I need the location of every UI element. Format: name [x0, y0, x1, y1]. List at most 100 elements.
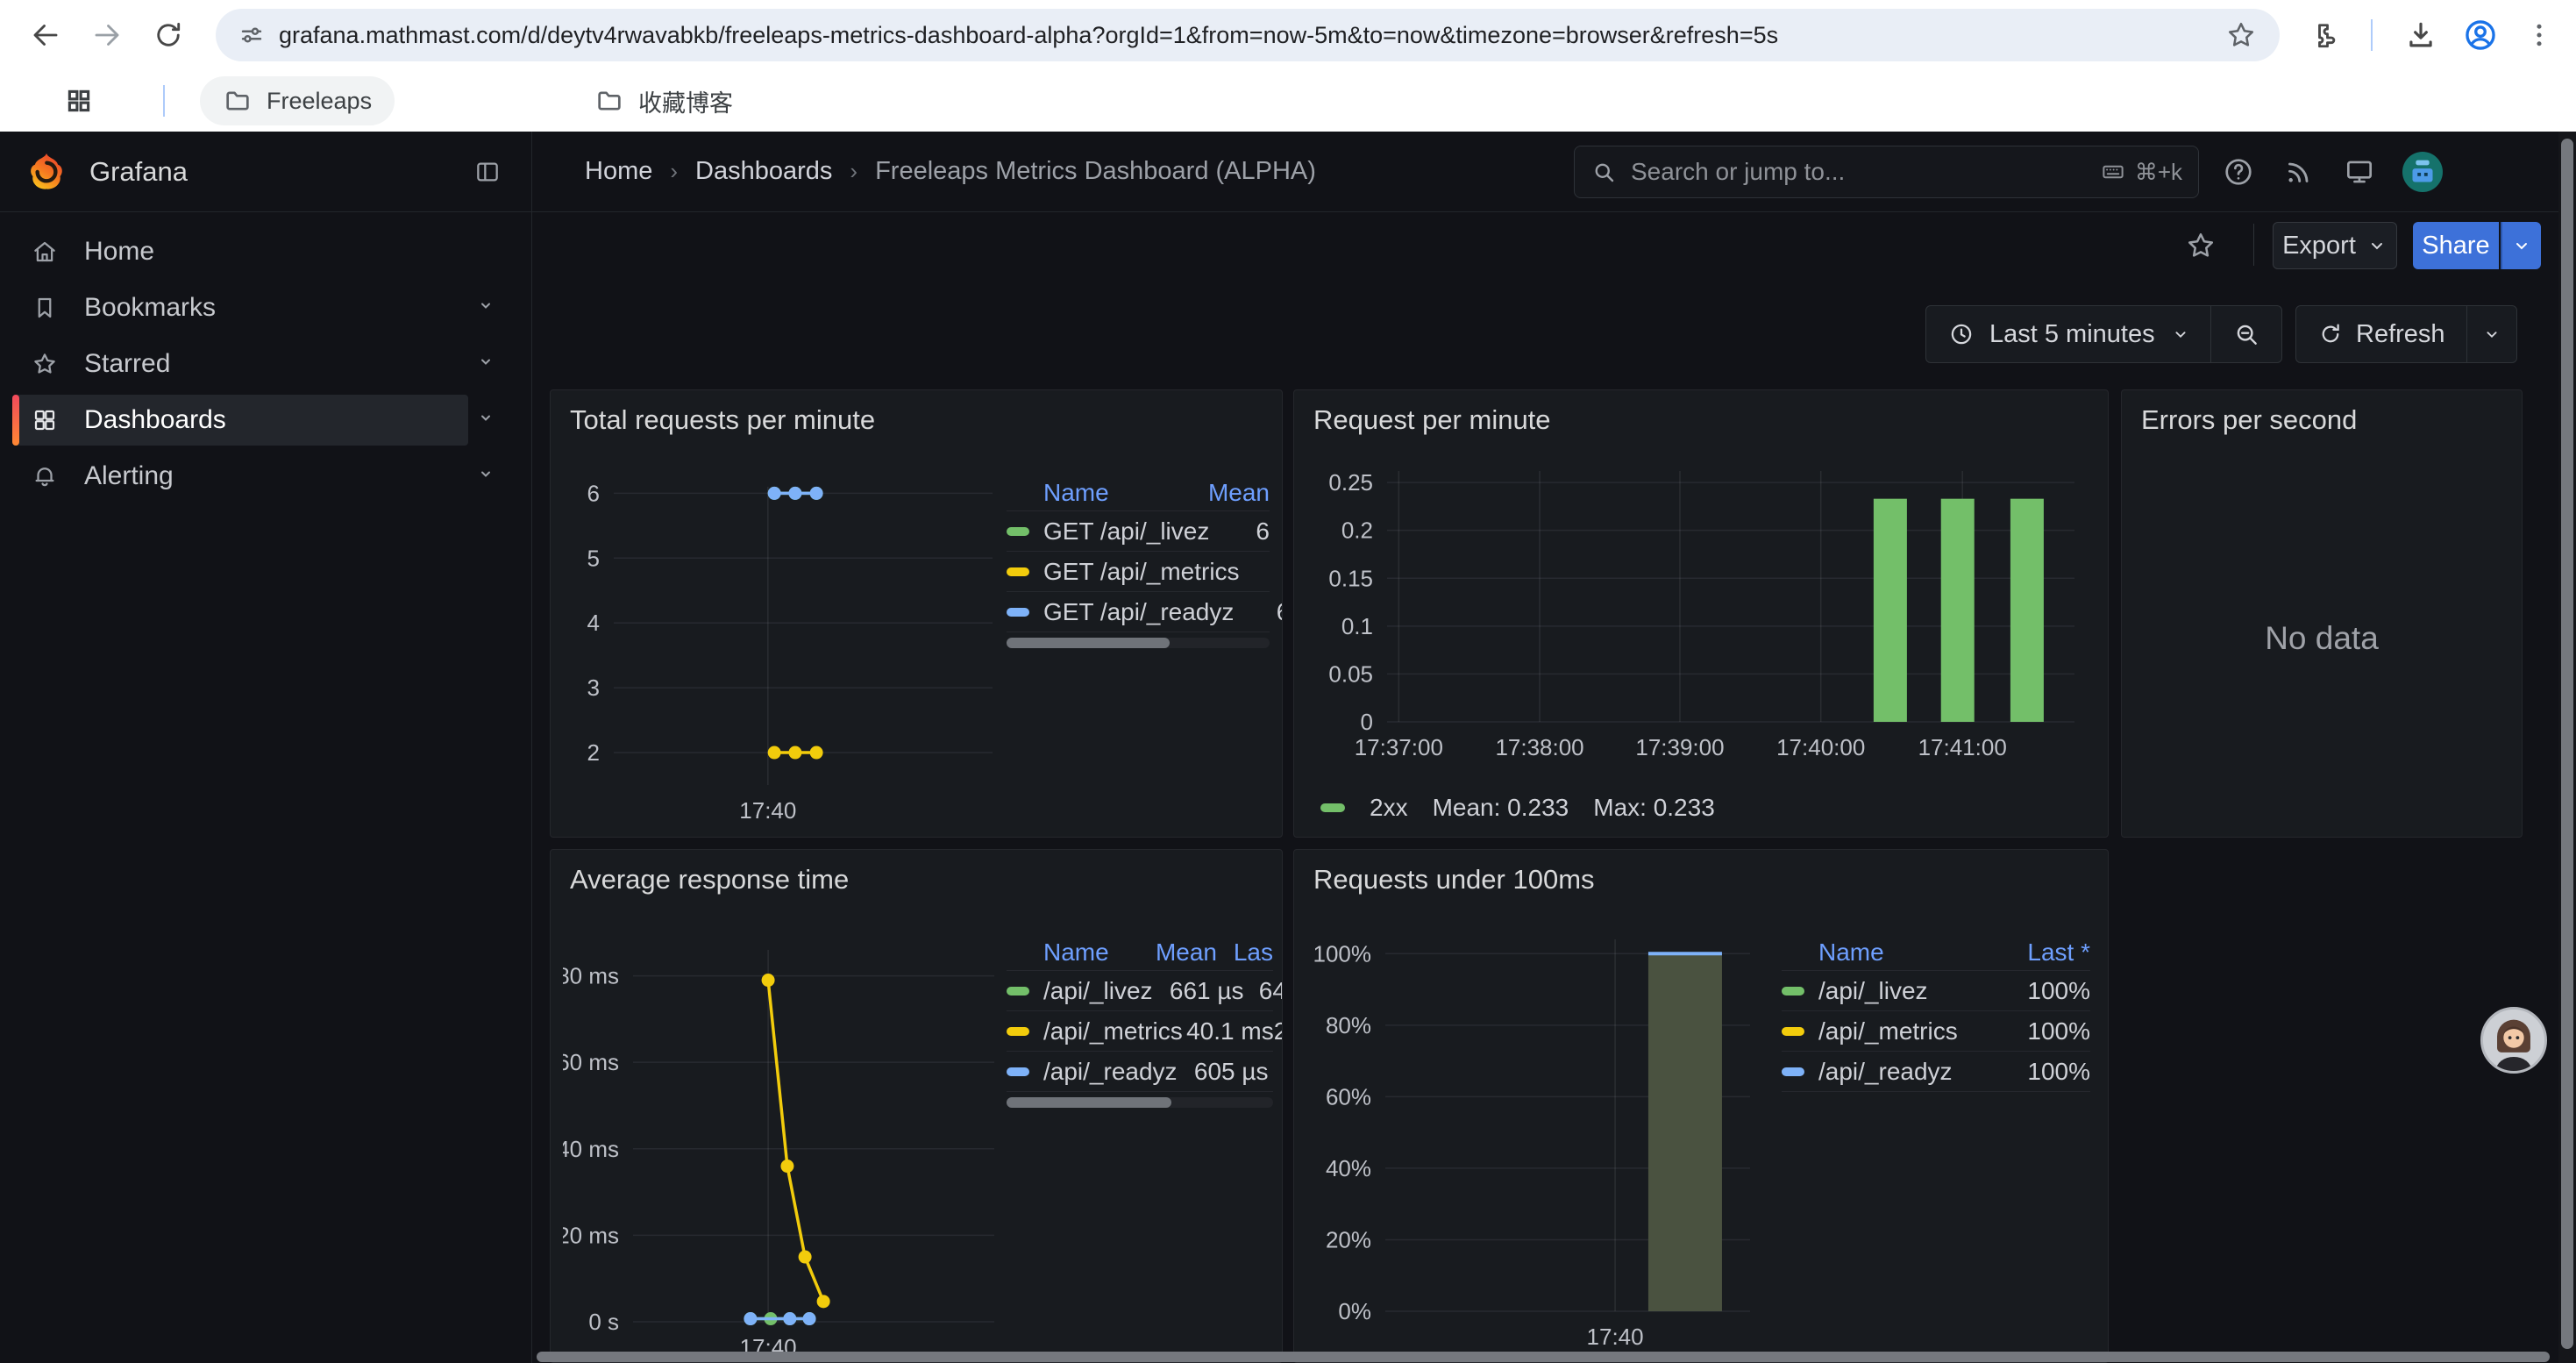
panel-title[interactable]: Average response time [570, 864, 849, 896]
request-per-minute-chart[interactable]: 17:37:0017:38:0017:39:0017:40:0017:41:00… [1306, 459, 2096, 771]
legend-value: 100% [1992, 1017, 2090, 1045]
sidebar-item-dashboards[interactable]: Dashboards [0, 392, 531, 448]
legend-row[interactable]: GET /api/_metrics2 [1007, 552, 1270, 592]
browser-forward-button[interactable] [82, 11, 132, 60]
extensions-button[interactable] [2308, 0, 2339, 70]
legend-inline[interactable]: 2xx Mean: 0.233 Max: 0.233 [1320, 794, 1715, 822]
mega-menu-toggle-button[interactable] [473, 158, 502, 186]
sidebar-item-starred[interactable]: Starred [0, 336, 531, 392]
panel-total-requests-per-minute: Total requests per minute 17:4023456 Nam… [550, 389, 1283, 838]
search-box[interactable]: ⌘+k [1574, 146, 2199, 198]
requests-under-100ms-chart[interactable]: 17:400%20%40%60%80%100% [1306, 924, 1762, 1350]
grafana-logo[interactable] [26, 152, 67, 192]
zoom-out-time-button[interactable] [2211, 306, 2281, 362]
legend-row[interactable]: GET /api/_livez6 [1007, 511, 1270, 552]
vertical-scrollbar[interactable] [2558, 132, 2576, 1363]
legend-header-row[interactable]: NameMean [1007, 475, 1270, 511]
share-button[interactable]: Share [2413, 222, 2499, 269]
svg-text:80 ms: 80 ms [563, 963, 619, 989]
bookmark-star-button[interactable] [2225, 19, 2257, 51]
legend-scrollbar-thumb[interactable] [1007, 1097, 1171, 1108]
legend-row[interactable]: /api/_livez100% [1782, 971, 2090, 1011]
legend-row[interactable]: /api/_livez661 µs646 [1007, 971, 1273, 1011]
svg-text:0.2: 0.2 [1341, 517, 1373, 544]
profile-person-icon [2462, 17, 2499, 54]
average-response-time-chart[interactable]: 17:400 s20 ms40 ms60 ms80 ms [563, 924, 1003, 1362]
panel-request-per-minute: Request per minute 17:37:0017:38:0017:39… [1293, 389, 2109, 838]
folder-icon [223, 86, 253, 116]
legend-row[interactable]: /api/_metrics100% [1782, 1011, 2090, 1052]
chevron-down-icon[interactable] [475, 352, 496, 377]
active-indicator [12, 395, 19, 446]
legend-header-row[interactable]: NameLast * [1782, 934, 2090, 971]
url-text[interactable]: grafana.mathmast.com/d/deytv4rwavabkb/fr… [279, 22, 2280, 49]
legend-row[interactable]: /api/_metrics40.1 ms20.5 m [1007, 1011, 1273, 1052]
vertical-scrollbar-thumb[interactable] [2561, 139, 2573, 1349]
breadcrumb-item[interactable]: Home [585, 157, 652, 186]
address-bar[interactable]: grafana.mathmast.com/d/deytv4rwavabkb/fr… [216, 9, 2280, 61]
legend-scrollbar[interactable] [1007, 1097, 1273, 1108]
series-swatch [1782, 987, 1804, 995]
sidebar-item-alerting[interactable]: Alerting [0, 448, 531, 504]
news-button[interactable] [2283, 156, 2315, 188]
search-input[interactable] [1631, 158, 2100, 186]
sidebar-item-home[interactable]: Home [0, 224, 531, 280]
svg-text:100%: 100% [1313, 940, 1372, 967]
panel-title[interactable]: Errors per second [2141, 404, 2357, 436]
chevron-down-icon[interactable] [475, 296, 496, 321]
horizontal-scrollbar-thumb[interactable] [537, 1352, 2550, 1362]
legend-row[interactable]: /api/_readyz100% [1782, 1052, 2090, 1092]
refresh-interval-button[interactable] [2467, 306, 2516, 362]
series-swatch [1320, 803, 1345, 812]
panel-title[interactable]: Requests under 100ms [1313, 864, 1595, 896]
svg-text:17:37:00: 17:37:00 [1355, 734, 1443, 760]
chevron-down-icon[interactable] [475, 408, 496, 433]
panel-title[interactable]: Total requests per minute [570, 404, 875, 436]
legend-row[interactable]: /api/_readyz605 µs620 [1007, 1052, 1273, 1092]
horizontal-scrollbar[interactable] [533, 1351, 2558, 1363]
legend-name: /api/_readyz [1043, 1058, 1178, 1086]
bookmark-folder-blogs[interactable]: 收藏博客 [572, 76, 756, 125]
refresh-button[interactable]: Refresh [2296, 306, 2466, 362]
legend-name: /api/_metrics [1043, 1017, 1183, 1045]
browser-profile-button[interactable] [2462, 0, 2499, 70]
total-requests-chart[interactable]: 17:4023456 [563, 464, 1001, 825]
legend-header-row[interactable]: NameMeanLas [1007, 934, 1273, 971]
browser-menu-button[interactable] [2523, 0, 2555, 70]
keyboard-icon [2100, 159, 2126, 185]
series-swatch [1007, 987, 1029, 995]
browser-reload-button[interactable] [144, 11, 193, 60]
bookmarks-apps-button[interactable] [54, 76, 103, 125]
breadcrumb-item[interactable]: Dashboards [695, 157, 832, 186]
svg-text:0 s: 0 s [588, 1309, 619, 1335]
share-menu-button[interactable] [2501, 222, 2541, 269]
assistant-avatar-button[interactable] [2480, 1007, 2547, 1074]
site-settings-icon[interactable] [237, 20, 267, 50]
sidebar-item-bookmarks[interactable]: Bookmarks [0, 280, 531, 336]
export-button[interactable]: Export [2273, 222, 2397, 269]
browser-back-button[interactable] [21, 11, 70, 60]
user-avatar[interactable] [2402, 152, 2443, 192]
legend-scrollbar-thumb[interactable] [1007, 638, 1170, 648]
favorite-dashboard-button[interactable] [2185, 230, 2217, 261]
downloads-button[interactable] [2404, 0, 2437, 70]
breadcrumb-item[interactable]: Freeleaps Metrics Dashboard (ALPHA) [875, 157, 1316, 186]
legend-value: 620 [1269, 1058, 1283, 1086]
chevron-down-icon[interactable] [475, 464, 496, 489]
star-icon [32, 351, 58, 377]
svg-text:17:39:00: 17:39:00 [1635, 734, 1724, 760]
sidebar-item-label: Home [84, 237, 154, 267]
search-shortcut: ⌘+k [2100, 159, 2182, 186]
time-range-button[interactable]: Last 5 minutes [1926, 306, 2210, 362]
legend-row[interactable]: GET /api/_readyz6 [1007, 592, 1270, 632]
bookmark-folder-freeleaps[interactable]: Freeleaps [200, 76, 395, 125]
help-button[interactable] [2222, 155, 2255, 189]
sidebar-toggle-icon [473, 158, 502, 186]
legend-value: 100% [1992, 977, 2090, 1005]
panel-title[interactable]: Request per minute [1313, 404, 1551, 436]
series-swatch [1782, 1027, 1804, 1036]
display-button[interactable] [2343, 155, 2376, 189]
svg-text:0.05: 0.05 [1328, 660, 1373, 687]
legend-scrollbar[interactable] [1007, 638, 1270, 648]
legend-table: NameLast */api/_livez100%/api/_metrics10… [1782, 934, 2090, 1092]
